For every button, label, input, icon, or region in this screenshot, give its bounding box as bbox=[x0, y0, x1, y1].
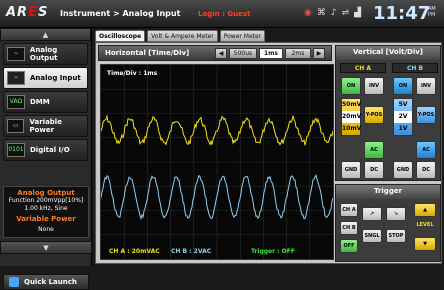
chb-inv-button[interactable]: INV bbox=[416, 77, 436, 95]
analog-output-function: Function 200mVpp[10%] bbox=[8, 197, 84, 204]
sidebar-item-analog-output[interactable]: ~ Analog Output bbox=[3, 43, 88, 65]
trigger-single-button[interactable]: SNGL bbox=[362, 229, 382, 243]
waveform-plot bbox=[101, 65, 333, 259]
trigger-off-button[interactable]: OFF bbox=[340, 239, 358, 253]
cha-header: CH A bbox=[340, 63, 386, 73]
digital-io-icon: 0101 bbox=[7, 143, 25, 157]
time-div-right-button[interactable]: ▶ bbox=[313, 48, 325, 59]
sine-wave-icon: ~ bbox=[7, 47, 25, 61]
horizontal-controls: Horizontal [Time/Div] ◀ 500us 1ms 2ms ▶ bbox=[98, 45, 332, 61]
oscilloscope-panel: Horizontal [Time/Div] ◀ 500us 1ms 2ms ▶ … bbox=[95, 42, 442, 264]
variable-power-title: Variable Power bbox=[16, 215, 76, 223]
chb-dc-button[interactable]: DC bbox=[416, 161, 436, 179]
vertical-title: Vertical [Volt/Div] bbox=[336, 46, 440, 60]
status-info-panel: Analog Output Function 200mVpp[10%] 1.00… bbox=[3, 186, 89, 238]
vertical-controls: Vertical [Volt/Div] CH A CH B ON INV ON … bbox=[335, 45, 441, 181]
cha-gnd-button[interactable]: GND bbox=[341, 161, 361, 179]
trigger-cha-button[interactable]: CH A bbox=[340, 203, 358, 217]
am-pm-indicator: AM PM bbox=[428, 6, 436, 18]
cha-ac-button[interactable]: AC bbox=[364, 141, 384, 159]
chb-header: CH B bbox=[392, 63, 438, 73]
analog-output-frequency: 1.00 kHz, Sine bbox=[24, 205, 68, 212]
tab-bar: Oscilloscope Volt & Ampere Meter Power M… bbox=[95, 30, 266, 42]
volume-icon[interactable]: ♪ bbox=[331, 7, 337, 19]
chb-on-button[interactable]: ON bbox=[393, 77, 413, 95]
tab-oscilloscope[interactable]: Oscilloscope bbox=[95, 30, 146, 42]
chb-ac-button[interactable]: AC bbox=[416, 141, 436, 159]
sidebar-item-dmm[interactable]: VAΩ DMM bbox=[3, 91, 88, 113]
horizontal-title: Horizontal [Time/Div] bbox=[105, 49, 190, 57]
tab-volt-ampere-meter[interactable]: Volt & Ampere Meter bbox=[147, 30, 218, 42]
scope-display[interactable]: Time/Div : 1ms CH A : 20mVAC CH B : 2VAC… bbox=[100, 64, 334, 260]
time-div-readout: Time/Div : 1ms bbox=[107, 70, 158, 77]
tab-power-meter[interactable]: Power Meter bbox=[219, 30, 266, 42]
usb-icon[interactable]: ⇌ bbox=[342, 7, 350, 19]
sidebar-item-variable-power[interactable]: ▭ Variable Power bbox=[3, 115, 88, 137]
sidebar: ▲ ~ Analog Output ⌁ Analog Input VAΩ DMM ▭ V… bbox=[0, 28, 92, 290]
wifi-icon[interactable]: ▟ bbox=[354, 7, 361, 19]
time-div-2ms[interactable]: 2ms bbox=[285, 48, 311, 59]
analog-output-title: Analog Output bbox=[17, 189, 75, 197]
time-div-500us[interactable]: 500us bbox=[229, 48, 257, 59]
variable-power-value: None bbox=[38, 226, 54, 233]
trigger-falling-edge-button[interactable]: ↘ bbox=[386, 207, 406, 221]
chb-gnd-button[interactable]: GND bbox=[393, 161, 413, 179]
chb-ypos-button[interactable]: Y-POS bbox=[416, 106, 436, 124]
title-bar: ARES Instrument > Analog Input Login : G… bbox=[0, 0, 444, 28]
quick-launch-button[interactable]: Quick Launch bbox=[3, 274, 89, 290]
sidebar-scroll-up-button[interactable]: ▲ bbox=[0, 28, 91, 41]
cha-dc-button[interactable]: DC bbox=[364, 161, 384, 179]
trigger-rising-edge-button[interactable]: ↗ bbox=[362, 207, 382, 221]
clock: 11:47 bbox=[373, 3, 431, 24]
cha-ypos-button[interactable]: Y-POS bbox=[364, 106, 384, 124]
trigger-level-up-button[interactable]: ▲ bbox=[414, 203, 436, 217]
ares-logo: ARES bbox=[6, 5, 49, 20]
system-tray: ◉ ⌘ ♪ ⇌ ▟ bbox=[304, 7, 361, 19]
network-icon[interactable]: ⌘ bbox=[317, 7, 326, 19]
trigger-level-down-button[interactable]: ▼ bbox=[414, 237, 436, 251]
cha-on-button[interactable]: ON bbox=[341, 77, 361, 95]
trigger-stop-button[interactable]: STOP bbox=[386, 229, 406, 243]
quick-launch-icon bbox=[9, 277, 19, 287]
sidebar-item-analog-input[interactable]: ⌁ Analog Input bbox=[3, 67, 88, 89]
cha-inv-button[interactable]: INV bbox=[364, 77, 384, 95]
chb-readout: CH B : 2VAC bbox=[171, 248, 212, 255]
cha-volt-div-selector[interactable]: 50mV 20mV 10mV bbox=[341, 98, 361, 136]
multimeter-icon: VAΩ bbox=[7, 95, 25, 109]
sidebar-item-digital-io[interactable]: 0101 Digital I/O bbox=[3, 139, 88, 161]
login-status[interactable]: Login : Guest bbox=[198, 10, 250, 18]
chb-volt-div-selector[interactable]: 5V 2V 1V bbox=[393, 98, 413, 136]
trigger-level-label: LEVEL bbox=[416, 222, 434, 228]
cha-readout: CH A : 20mVAC bbox=[109, 248, 160, 255]
power-supply-icon: ▭ bbox=[7, 119, 25, 133]
trigger-controls: Trigger CH A CH B OFF ↗ ↘ SNGL STOP ▲ LE… bbox=[335, 184, 441, 262]
sidebar-scroll-down-button[interactable]: ▼ bbox=[0, 241, 92, 254]
speaker-icon[interactable]: ◉ bbox=[304, 7, 312, 19]
waveform-icon: ⌁ bbox=[7, 71, 25, 85]
trigger-readout: Trigger : OFF bbox=[251, 248, 295, 255]
trigger-title: Trigger bbox=[336, 185, 440, 199]
time-div-left-button[interactable]: ◀ bbox=[215, 48, 227, 59]
breadcrumb: Instrument > Analog Input bbox=[60, 9, 181, 18]
time-div-1ms[interactable]: 1ms bbox=[259, 48, 283, 59]
trigger-chb-button[interactable]: CH B bbox=[340, 221, 358, 235]
